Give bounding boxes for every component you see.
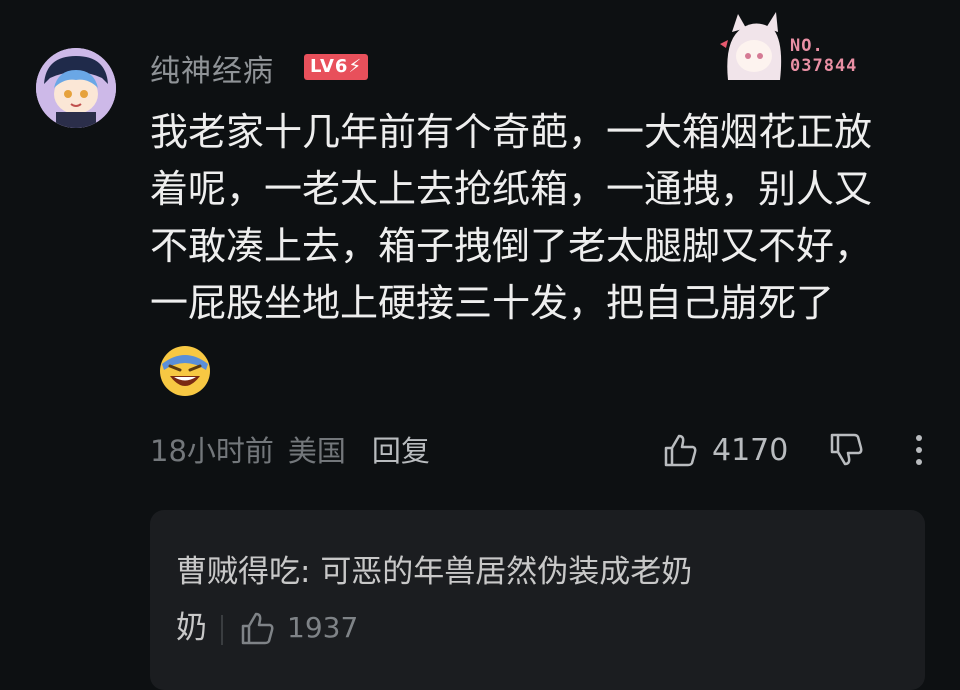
comment-location: 美国 [287, 434, 346, 468]
like-button[interactable]: 4170 [662, 428, 788, 472]
thumbs-up-icon [241, 612, 274, 645]
reply-separator: : [300, 554, 321, 590]
comment-line: 我老家十几年前有个奇葩，一大箱烟花正放 [150, 110, 873, 154]
comment-line: 一屁股坐地上硬接三十发，把自己崩死了 [150, 281, 835, 325]
reply-line: 曹贼得吃: 可恶的年兽居然伪装成老奶 [176, 544, 876, 600]
divider [221, 614, 223, 645]
fan-number: NO. 037844 [790, 36, 857, 76]
comment-meta: 18小时前 美国 回复 [150, 428, 444, 470]
comment-line: 着呢，一老太上去抢纸箱，一通拽，别人又 [150, 167, 873, 211]
more-options-icon[interactable] [912, 432, 926, 468]
reply-author[interactable]: 曹贼得吃 [176, 554, 300, 590]
level-badge: LV6⚡ [304, 54, 369, 80]
level-text: LV6 [310, 56, 349, 77]
reply-button[interactable]: 回复 [372, 434, 430, 468]
reply-like-button[interactable]: 1937 [239, 600, 358, 656]
thumbs-down-icon[interactable] [828, 432, 864, 468]
reply-line: 奶 1937 [176, 600, 876, 656]
reply-content-continued: 奶 [176, 610, 207, 646]
comment-body: 我老家十几年前有个奇葩，一大箱烟花正放 着呢，一老太上去抢纸箱，一通拽，别人又 … [150, 104, 940, 332]
username[interactable]: 纯神经病 [150, 46, 274, 90]
fan-number-value: 037844 [790, 56, 858, 76]
fan-badge-character-icon [720, 12, 782, 81]
thumbs-up-icon [664, 434, 697, 467]
fan-badge: NO. 037844 [718, 10, 918, 82]
avatar[interactable] [36, 48, 116, 128]
comment-time: 18小时前 [150, 434, 274, 468]
lightning-icon: ⚡ [348, 56, 363, 77]
reply-content: 可恶的年兽居然伪装成老奶 [320, 554, 693, 590]
fan-number-label: NO. [790, 36, 824, 56]
laughing-crying-emoji-icon [160, 346, 210, 396]
comment-line: 不敢凑上去，箱子拽倒了老太腿脚又不好， [150, 224, 873, 268]
reply-like-count: 1937 [287, 611, 359, 644]
reply-text: 曹贼得吃: 可恶的年兽居然伪装成老奶 奶 1937 [176, 544, 876, 656]
like-count: 4170 [712, 432, 789, 468]
reply-preview[interactable]: 曹贼得吃: 可恶的年兽居然伪装成老奶 奶 1937 [150, 510, 925, 690]
